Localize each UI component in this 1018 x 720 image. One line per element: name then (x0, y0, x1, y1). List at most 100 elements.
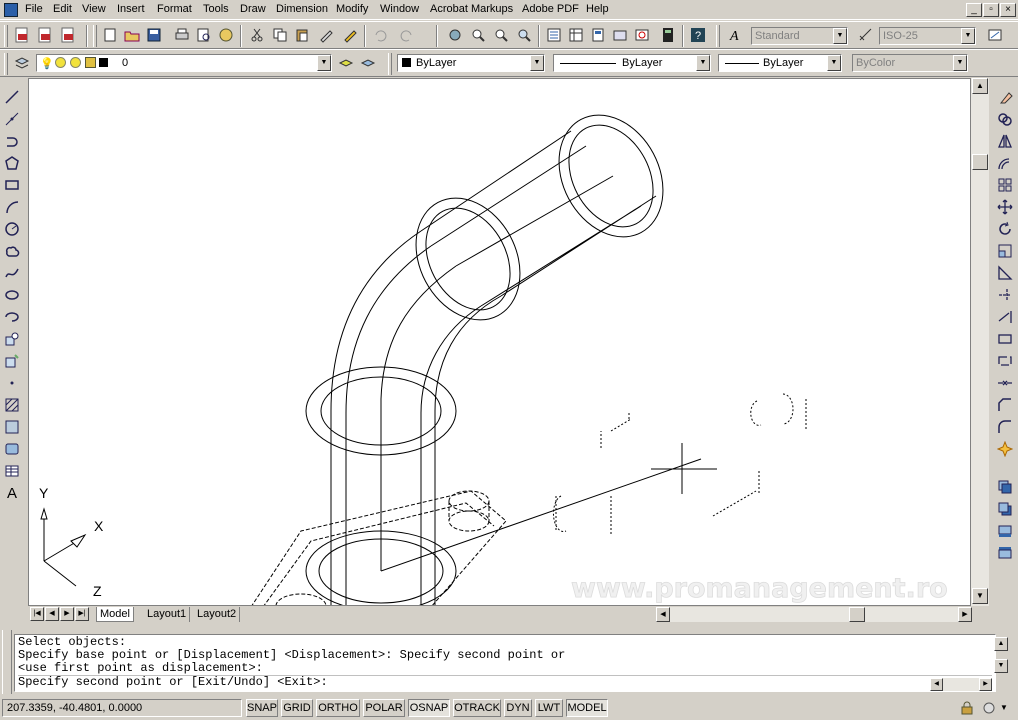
break-at-point-icon[interactable] (994, 328, 1016, 350)
menu-tools[interactable]: Tools (203, 3, 229, 15)
calculator-icon[interactable] (658, 25, 678, 45)
snap-toggle[interactable]: SNAP (246, 699, 278, 717)
menu-format[interactable]: Format (157, 3, 192, 15)
hscroll-thumb[interactable] (849, 607, 865, 622)
dropdown-arrow-icon[interactable]: ▼ (961, 28, 975, 44)
dim-style-select[interactable]: ISO-25 ▼ (879, 27, 976, 45)
menu-modify[interactable]: Modify (336, 3, 368, 15)
break-icon[interactable] (994, 350, 1016, 372)
cmd-scroll-left-icon[interactable]: ◀ (930, 678, 943, 691)
tab-model[interactable]: Model (96, 607, 134, 622)
help-icon[interactable]: ? (688, 25, 708, 45)
toolbar-grip[interactable] (93, 25, 97, 47)
insert-block-icon[interactable] (1, 328, 23, 350)
dim-style-icon[interactable] (856, 25, 876, 45)
rectangle-icon[interactable] (1, 174, 23, 196)
toolbar-grip[interactable] (4, 25, 8, 47)
move-icon[interactable] (994, 196, 1016, 218)
make-block-icon[interactable] (1, 350, 23, 372)
open-icon[interactable] (122, 25, 142, 45)
vertical-scrollbar[interactable]: ▲ ▼ (971, 78, 989, 606)
explode-icon[interactable] (994, 438, 1016, 460)
copy-icon[interactable] (270, 25, 290, 45)
toolbar-grip[interactable] (716, 25, 720, 47)
bring-to-front-icon[interactable] (994, 476, 1016, 498)
mirror-icon[interactable] (994, 130, 1016, 152)
cmd-scroll-up-icon[interactable]: ▲ (994, 637, 1008, 651)
make-current-layer-icon[interactable] (336, 53, 356, 73)
menu-draw[interactable]: Draw (240, 3, 266, 15)
offset-icon[interactable] (994, 152, 1016, 174)
pdf-email-icon[interactable] (35, 25, 55, 45)
coordinate-readout[interactable]: 207.3359, -40.4801, 0.0000 (2, 699, 242, 717)
line-icon[interactable] (1, 86, 23, 108)
pdf-review-icon[interactable] (58, 25, 78, 45)
cmd-scroll-down-icon[interactable]: ▼ (994, 659, 1008, 673)
block-editor-icon[interactable] (340, 25, 360, 45)
send-to-back-icon[interactable] (994, 498, 1016, 520)
table-style-icon[interactable] (985, 25, 1005, 45)
text-style-select[interactable]: Standard ▼ (751, 27, 848, 45)
point-icon[interactable] (1, 372, 23, 394)
ortho-toggle[interactable]: ORTHO (316, 699, 360, 717)
dropdown-arrow-icon[interactable]: ▼ (317, 55, 331, 71)
cmd-hscroll[interactable]: ◀ ▶ (930, 678, 992, 691)
join-icon[interactable] (994, 372, 1016, 394)
command-window[interactable]: Select objects: Specify base point or [Di… (14, 634, 996, 692)
lock-icon[interactable] (960, 701, 974, 715)
chamfer-icon[interactable] (994, 394, 1016, 416)
hatch-icon[interactable] (1, 394, 23, 416)
scroll-down-icon[interactable]: ▼ (972, 588, 988, 604)
polyline-icon[interactable] (1, 130, 23, 152)
trim-icon[interactable] (994, 284, 1016, 306)
close-button[interactable]: × (1000, 3, 1016, 17)
zoom-realtime-icon[interactable] (468, 25, 488, 45)
extend-icon[interactable] (994, 306, 1016, 328)
table-icon[interactable] (1, 460, 23, 482)
menu-insert[interactable]: Insert (117, 3, 145, 15)
restore-button[interactable]: ▫ (983, 3, 999, 17)
tab-layout2[interactable]: Layout2 (194, 607, 241, 622)
stretch-icon[interactable] (994, 262, 1016, 284)
model-space-toggle[interactable]: MODEL (566, 699, 608, 717)
toolbar-grip[interactable] (4, 53, 8, 75)
dropdown-arrow-icon[interactable]: ▼ (833, 28, 847, 44)
command-window-grip[interactable] (2, 630, 12, 694)
dropdown-arrow-icon[interactable]: ▼ (530, 55, 544, 71)
color-select[interactable]: ByLayer ▼ (397, 54, 545, 72)
markup-set-icon[interactable] (632, 25, 652, 45)
plot-icon[interactable] (172, 25, 192, 45)
menu-view[interactable]: View (82, 3, 106, 15)
ellipse-arc-icon[interactable] (1, 306, 23, 328)
new-icon[interactable] (100, 25, 120, 45)
polar-toggle[interactable]: POLAR (363, 699, 405, 717)
properties-icon[interactable] (544, 25, 564, 45)
lwt-toggle[interactable]: LWT (535, 699, 563, 717)
bring-above-icon[interactable] (994, 520, 1016, 542)
gradient-icon[interactable] (1, 416, 23, 438)
status-tray-icon[interactable] (982, 701, 996, 715)
revision-cloud-icon[interactable] (1, 240, 23, 262)
menu-dimension[interactable]: Dimension (276, 3, 328, 15)
layer-manager-icon[interactable] (12, 53, 32, 73)
scroll-thumb[interactable] (972, 154, 988, 170)
save-icon[interactable] (144, 25, 164, 45)
redo-icon[interactable] (397, 25, 417, 45)
status-menu-icon[interactable]: ▼ (1000, 703, 1010, 713)
scale-icon[interactable] (994, 240, 1016, 262)
text-style-icon[interactable]: A (726, 25, 746, 45)
zoom-window-icon[interactable] (491, 25, 511, 45)
copy-object-icon[interactable] (994, 108, 1016, 130)
dyn-toggle[interactable]: DYN (504, 699, 532, 717)
fillet-icon[interactable] (994, 416, 1016, 438)
publish-icon[interactable] (216, 25, 236, 45)
plot-style-select[interactable]: ByColor ▼ (852, 54, 968, 72)
polygon-icon[interactable] (1, 152, 23, 174)
scroll-left-icon[interactable]: ◀ (656, 607, 670, 622)
match-properties-icon[interactable] (316, 25, 336, 45)
minimize-button[interactable]: _ (966, 3, 982, 17)
design-center-icon[interactable] (566, 25, 586, 45)
menu-file[interactable]: File (25, 3, 43, 15)
menu-edit[interactable]: Edit (53, 3, 72, 15)
menu-acrobat-markups[interactable]: Acrobat Markups (430, 3, 513, 15)
